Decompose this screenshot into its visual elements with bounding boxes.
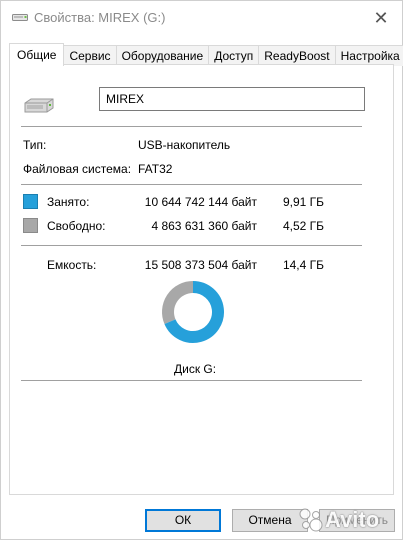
volume-name-input[interactable]: MIREX [99, 87, 365, 111]
tab-service[interactable]: Сервис [63, 45, 117, 66]
tab-sharing[interactable]: Доступ [208, 45, 260, 66]
close-button[interactable]: ✕ [366, 6, 396, 30]
separator [21, 184, 362, 185]
free-bytes: 4 863 631 360 байт [151, 219, 257, 233]
separator [21, 126, 362, 127]
free-label: Свободно: [47, 219, 106, 233]
capacity-bytes: 15 508 373 504 байт [144, 258, 257, 272]
free-space-arc [162, 281, 194, 325]
filesystem-label: Файловая система: [23, 162, 132, 176]
capacity-label: Емкость: [47, 258, 97, 272]
separator [21, 380, 362, 381]
watermark-text: Avito [325, 507, 380, 532]
used-size: 9,91 ГБ [282, 195, 324, 209]
separator [21, 245, 362, 246]
free-space-swatch [23, 218, 38, 233]
free-size: 4,52 ГБ [282, 219, 324, 233]
properties-dialog: Свойства: MIREX (G:) ✕ Общие Сервис Обор… [0, 0, 403, 540]
usb-drive-icon [12, 14, 28, 21]
tab-customize[interactable]: Настройка [334, 45, 403, 66]
avito-logo-icon [299, 508, 323, 532]
title-bar[interactable]: Свойства: MIREX (G:) ✕ [1, 1, 402, 35]
tab-strip: Общие Сервис Оборудование Доступ ReadyBo… [9, 43, 403, 66]
used-space-swatch [23, 194, 38, 209]
disk-label: Диск G: [174, 362, 217, 376]
capacity-size: 14,4 ГБ [282, 258, 324, 272]
window-title: Свойства: MIREX (G:) [34, 10, 166, 25]
used-bytes: 10 644 742 144 байт [144, 195, 257, 209]
tab-hardware[interactable]: Оборудование [115, 45, 210, 66]
tab-readyboost[interactable]: ReadyBoost [258, 45, 336, 66]
close-icon: ✕ [373, 7, 389, 28]
tab-general[interactable]: Общие [9, 43, 65, 66]
usb-drive-icon [24, 98, 54, 113]
usage-donut-chart [162, 281, 224, 343]
used-label: Занято: [47, 195, 90, 209]
type-value: USB-накопитель [138, 138, 231, 152]
ok-button[interactable]: ОК [145, 509, 221, 532]
avito-watermark: Avito [297, 500, 401, 540]
filesystem-value: FAT32 [138, 162, 173, 176]
type-label: Тип: [23, 138, 47, 152]
